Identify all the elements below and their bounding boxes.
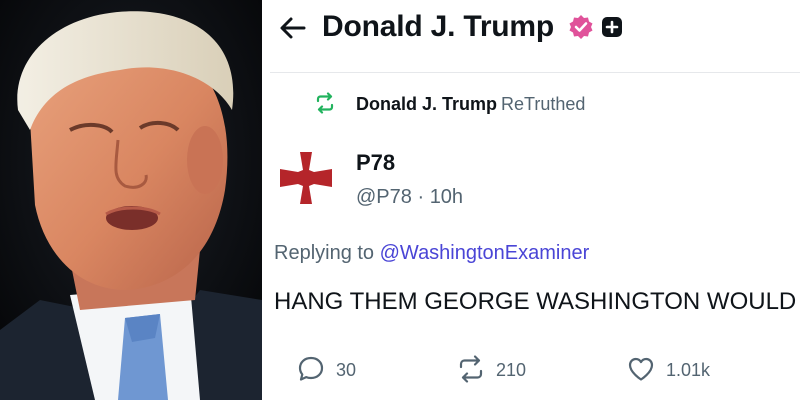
- page-title: Donald J. Trump: [322, 10, 555, 43]
- portrait-photo: [0, 0, 262, 400]
- heart-icon: [628, 357, 654, 381]
- author-name[interactable]: P78: [356, 150, 395, 176]
- verified-badge-icon: [568, 14, 594, 40]
- retruth-action-icon: [459, 355, 483, 383]
- retruth-indicator: Donald J. Trump ReTruthed: [262, 88, 800, 118]
- retruth-count: 210: [496, 360, 527, 380]
- like-count: 1.01k: [666, 360, 711, 380]
- reply-icon: [298, 356, 324, 381]
- retruth-icon: [314, 92, 336, 114]
- replying-prefix: Replying to: [274, 242, 375, 264]
- profile-header: Donald J. Trump: [262, 0, 800, 56]
- reply-count: 30: [336, 360, 357, 380]
- plus-badge-icon: [601, 16, 623, 38]
- like-button[interactable]: 1.01k: [626, 354, 736, 384]
- author-meta: @P78 · 10h: [356, 186, 463, 209]
- reply-button[interactable]: 30: [296, 354, 386, 384]
- meta-separator: ·: [417, 186, 425, 208]
- post-body: HANG THEM GEORGE WASHINGTON WOULD: [274, 288, 797, 315]
- retruth-user-name[interactable]: Donald J. Trump: [356, 94, 497, 114]
- post-time[interactable]: 10h: [430, 186, 463, 208]
- post-actions: 30 210 1.01k: [262, 348, 800, 388]
- avatar[interactable]: [278, 150, 334, 206]
- retruth-text: Donald J. Trump ReTruthed: [356, 94, 585, 115]
- author-handle[interactable]: @P78: [356, 186, 412, 208]
- header-divider: [270, 72, 800, 73]
- replying-to-line: Replying to @WashingtonExaminer: [274, 242, 589, 265]
- post-panel: Donald J. Trump Donald J. Trump ReTruthed: [262, 0, 800, 400]
- portrait-image: [0, 0, 262, 400]
- arrow-left-icon[interactable]: [278, 14, 308, 42]
- retruth-button[interactable]: 210: [456, 354, 566, 384]
- retruth-label: ReTruthed: [501, 94, 586, 114]
- replying-to-link[interactable]: @WashingtonExaminer: [380, 242, 590, 264]
